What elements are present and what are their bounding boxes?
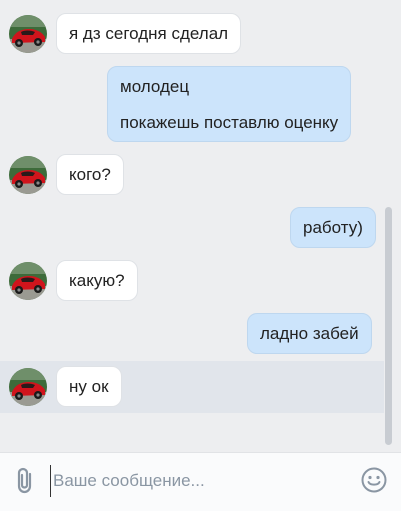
paperclip-icon[interactable]: [14, 467, 38, 495]
red-car-avatar-icon: [9, 156, 47, 194]
incoming-message-bubble[interactable]: я дз сегодня сделал: [56, 13, 242, 54]
red-car-avatar-icon: [9, 15, 47, 53]
outgoing-message-bubble[interactable]: работу): [290, 207, 376, 248]
message-text: кого?: [69, 165, 111, 184]
message-text: работу): [303, 218, 363, 237]
outgoing-message-bubble[interactable]: ладно забей: [247, 313, 372, 354]
avatar[interactable]: [9, 15, 47, 53]
message-composer: [0, 452, 401, 511]
chat-scrollbar[interactable]: [385, 207, 392, 445]
outgoing-message-bubble[interactable]: молодец покажешь поставлю оценку: [107, 66, 352, 142]
avatar[interactable]: [9, 262, 47, 300]
red-car-avatar-icon: [9, 368, 47, 406]
message-text: я дз сегодня сделал: [69, 24, 229, 43]
incoming-message-bubble[interactable]: ну ок: [56, 366, 122, 407]
message-text: ну ок: [69, 377, 109, 396]
smiley-icon[interactable]: [361, 467, 387, 493]
avatar[interactable]: [9, 368, 47, 406]
incoming-message-bubble[interactable]: кого?: [56, 154, 124, 195]
avatar[interactable]: [9, 156, 47, 194]
red-car-avatar-icon: [9, 262, 47, 300]
message-text: молодец: [120, 77, 190, 96]
message-text: покажешь поставлю оценку: [120, 113, 339, 132]
message-text: какую?: [69, 271, 125, 290]
incoming-message-bubble[interactable]: какую?: [56, 260, 138, 301]
message-text: ладно забей: [260, 324, 359, 343]
message-input[interactable]: [50, 465, 343, 497]
message-history: я дз сегодня сделал молодец покажешь пос…: [0, 0, 401, 452]
